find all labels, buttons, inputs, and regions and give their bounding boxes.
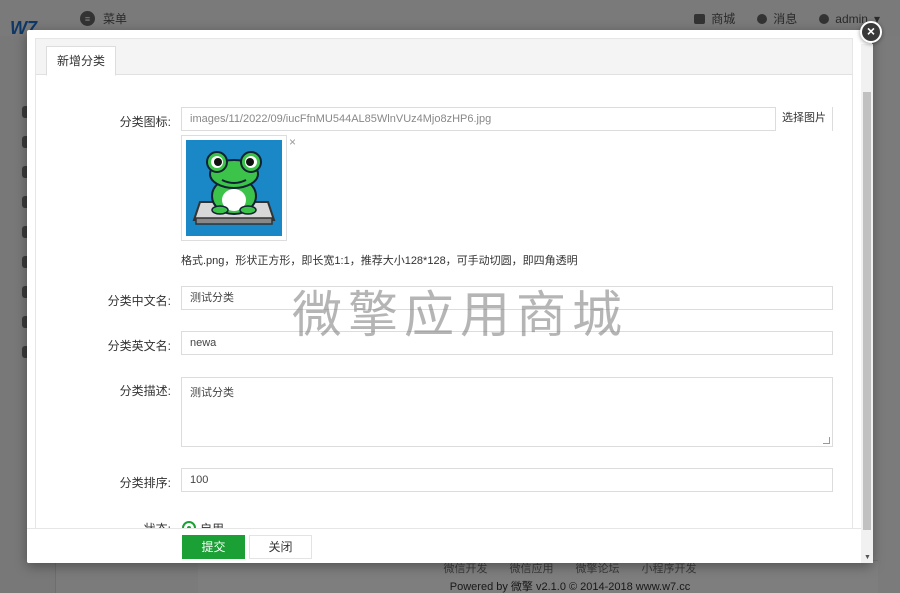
icon-hint: 格式.png，形状正方形，即长宽1:1，推荐大小128*128，可手动切圆，即四…: [181, 255, 578, 267]
add-category-modal: 新增分类 分类图标: images/11/2022/09/iucFfnMU544…: [27, 30, 872, 563]
icon-path-input[interactable]: images/11/2022/09/iucFfnMU544AL85WlnVUz4…: [181, 107, 833, 131]
frog-illustration: [186, 140, 282, 236]
desc-text: 测试分类: [190, 387, 234, 399]
scroll-down-icon[interactable]: ▼: [864, 554, 871, 561]
icon-preview: [181, 135, 287, 241]
tab-add-category[interactable]: 新增分类: [46, 46, 117, 76]
select-image-button[interactable]: 选择图片: [775, 107, 832, 131]
cn-name-label: 分类中文名:: [107, 294, 171, 308]
icon-label: 分类图标:: [119, 115, 171, 129]
desc-textarea[interactable]: 测试分类: [181, 377, 833, 447]
submit-button[interactable]: 提交: [182, 535, 245, 559]
tab-bar: 新增分类: [36, 39, 852, 76]
sort-label: 分类排序:: [119, 476, 171, 490]
cancel-button[interactable]: 关闭: [249, 535, 312, 559]
remove-image-icon[interactable]: ×: [289, 135, 296, 149]
modal-footer: 提交 关闭: [27, 528, 872, 563]
close-icon[interactable]: ×: [860, 21, 882, 43]
resize-handle-icon[interactable]: [823, 437, 830, 444]
modal-scrollbar[interactable]: ▼: [861, 44, 873, 563]
modal-content: 新增分类 分类图标: images/11/2022/09/iucFfnMU544…: [35, 38, 853, 536]
desc-label: 分类描述:: [119, 384, 171, 398]
en-name-label: 分类英文名:: [107, 339, 171, 353]
sort-input[interactable]: 100: [181, 468, 833, 492]
frog-image: [186, 140, 282, 236]
scrollbar-thumb[interactable]: [863, 92, 871, 530]
watermark: 微擎应用商城: [292, 286, 628, 344]
